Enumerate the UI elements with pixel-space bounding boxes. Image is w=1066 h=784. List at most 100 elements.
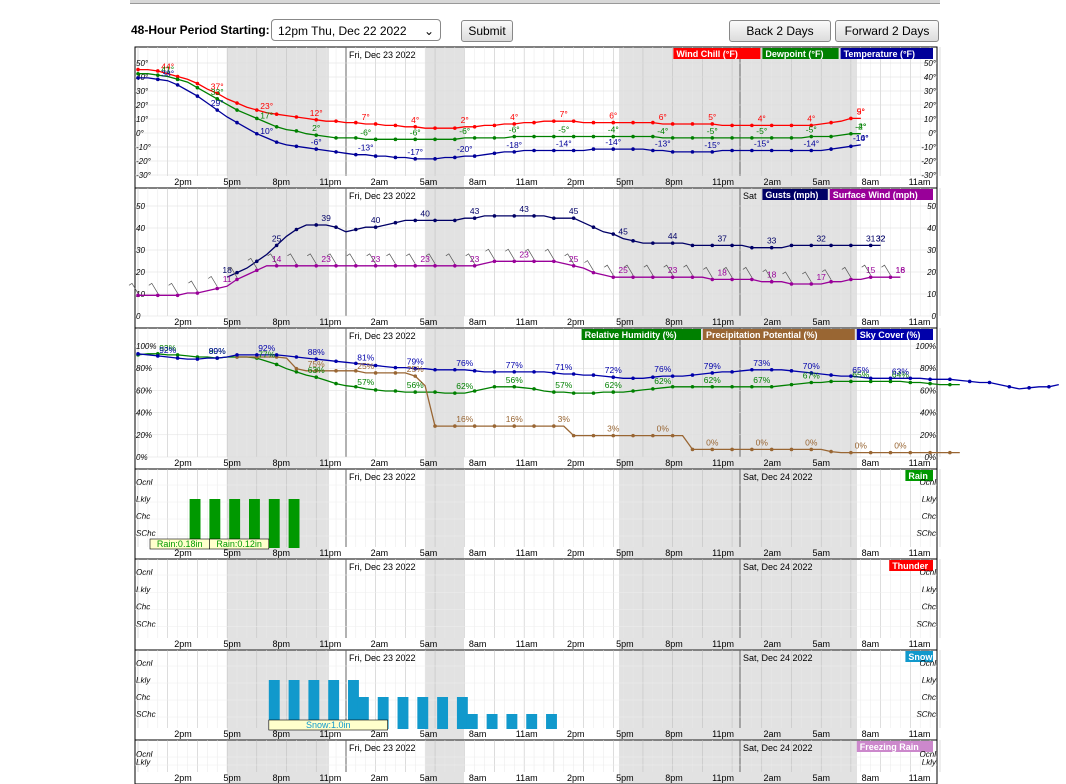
series-point (156, 77, 160, 82)
series-point (631, 134, 635, 139)
series-point (987, 380, 992, 385)
series-point (651, 120, 655, 125)
series-point (512, 134, 517, 139)
data-label: 57% (357, 377, 374, 387)
series-point (789, 369, 794, 373)
series-point (571, 433, 576, 438)
series-point (670, 433, 675, 438)
data-label: 32 (816, 233, 826, 243)
data-label: 81% (357, 352, 374, 362)
x-tick-label: 5am (420, 317, 438, 327)
x-tick-label: 5pm (616, 729, 634, 739)
series-point (908, 380, 913, 385)
wind-panel: Fri, Dec 23 2022 Sat Surface Wind (mph) Gus… (128, 187, 941, 329)
series-point (413, 218, 418, 223)
series-point (314, 264, 319, 268)
x-tick-label: 11pm (712, 317, 734, 327)
date-label: Fri, Dec 23 2022 (349, 331, 416, 341)
data-label: -14° (803, 138, 819, 148)
data-label: -14° (605, 137, 621, 147)
series-point (571, 134, 576, 139)
x-tick-label: 11pm (319, 177, 341, 187)
data-label: 62% (704, 375, 721, 385)
data-label: 18 (896, 265, 906, 275)
y-tick-label-left: 0 (136, 312, 141, 321)
series-point (393, 264, 398, 268)
x-tick-label: 5pm (223, 317, 241, 327)
series-point (571, 264, 576, 268)
series-point (393, 137, 398, 142)
data-label: 43 (519, 204, 529, 214)
data-label: 17 (816, 272, 826, 282)
series-point (354, 264, 358, 268)
x-tick-label: 2am (371, 639, 389, 649)
series-point (829, 243, 833, 248)
data-label: 33 (767, 236, 777, 246)
series-point (868, 376, 873, 381)
series-point (591, 134, 596, 139)
series-point (710, 447, 715, 452)
series-point (294, 264, 299, 268)
x-tick-label: 8pm (665, 317, 683, 327)
series-point (829, 379, 833, 384)
series-point (433, 390, 437, 394)
x-tick-label: 5am (813, 317, 831, 327)
series-point (393, 371, 398, 375)
series-point (136, 67, 140, 72)
series-point (512, 384, 517, 389)
night-shade (425, 329, 464, 468)
series-point (235, 270, 239, 275)
x-tick-label: 2pm (567, 317, 585, 327)
series-point (433, 367, 437, 372)
series-point (651, 148, 655, 153)
data-label: 16% (506, 414, 523, 424)
series-point (393, 389, 398, 393)
series-point (948, 382, 952, 387)
x-tick-label: 11am (516, 729, 538, 739)
data-label: 25% (357, 361, 374, 371)
series-point (967, 379, 972, 384)
x-tick-label: 11am (516, 548, 538, 558)
series-point (690, 122, 695, 126)
series-point (631, 239, 635, 243)
x-tick-label: 8am (862, 317, 880, 327)
x-tick-label: 11am (909, 729, 931, 739)
series-point (730, 384, 734, 389)
series-point (136, 293, 140, 298)
y-tick-label-left: Lkly (136, 758, 151, 767)
data-label: 38° (161, 69, 174, 79)
night-shade (425, 189, 464, 327)
series-point (631, 389, 635, 393)
x-tick-label: 5pm (223, 639, 241, 649)
y-tick-label-left: Ocnl (136, 478, 153, 487)
x-tick-label: 5am (813, 773, 831, 783)
legend-label: Sky Cover (%) (860, 330, 921, 340)
series-point (868, 379, 873, 384)
series-point (908, 450, 913, 455)
y-tick-label-right: SChc (916, 529, 936, 538)
series-point (730, 370, 734, 374)
series-point (136, 76, 140, 80)
series-point (294, 144, 299, 149)
data-label: 92% (159, 345, 176, 355)
data-label: -2° (855, 122, 866, 132)
data-label: 40 (420, 208, 430, 218)
legend-label: Freezing Rain (860, 742, 919, 752)
data-label: 23 (519, 249, 529, 259)
series-point (552, 216, 556, 220)
series-point (1027, 386, 1031, 390)
series-point (611, 232, 616, 236)
data-label: 56% (407, 380, 424, 390)
x-tick-label: 2am (371, 458, 389, 468)
series-point (235, 108, 239, 112)
series-point (532, 120, 536, 125)
series-point (809, 148, 814, 153)
series-point (472, 136, 477, 140)
forecast-charts: Fri, Dec 23 2022 Temperature (°F) Dewpoint… (128, 46, 1059, 784)
series-point (334, 119, 338, 123)
series-point (591, 147, 596, 151)
series-point (769, 123, 774, 128)
date-label: Fri, Dec 23 2022 (349, 191, 416, 201)
series-point (433, 264, 437, 268)
y-tick-label-right: Ocnl (920, 568, 937, 577)
